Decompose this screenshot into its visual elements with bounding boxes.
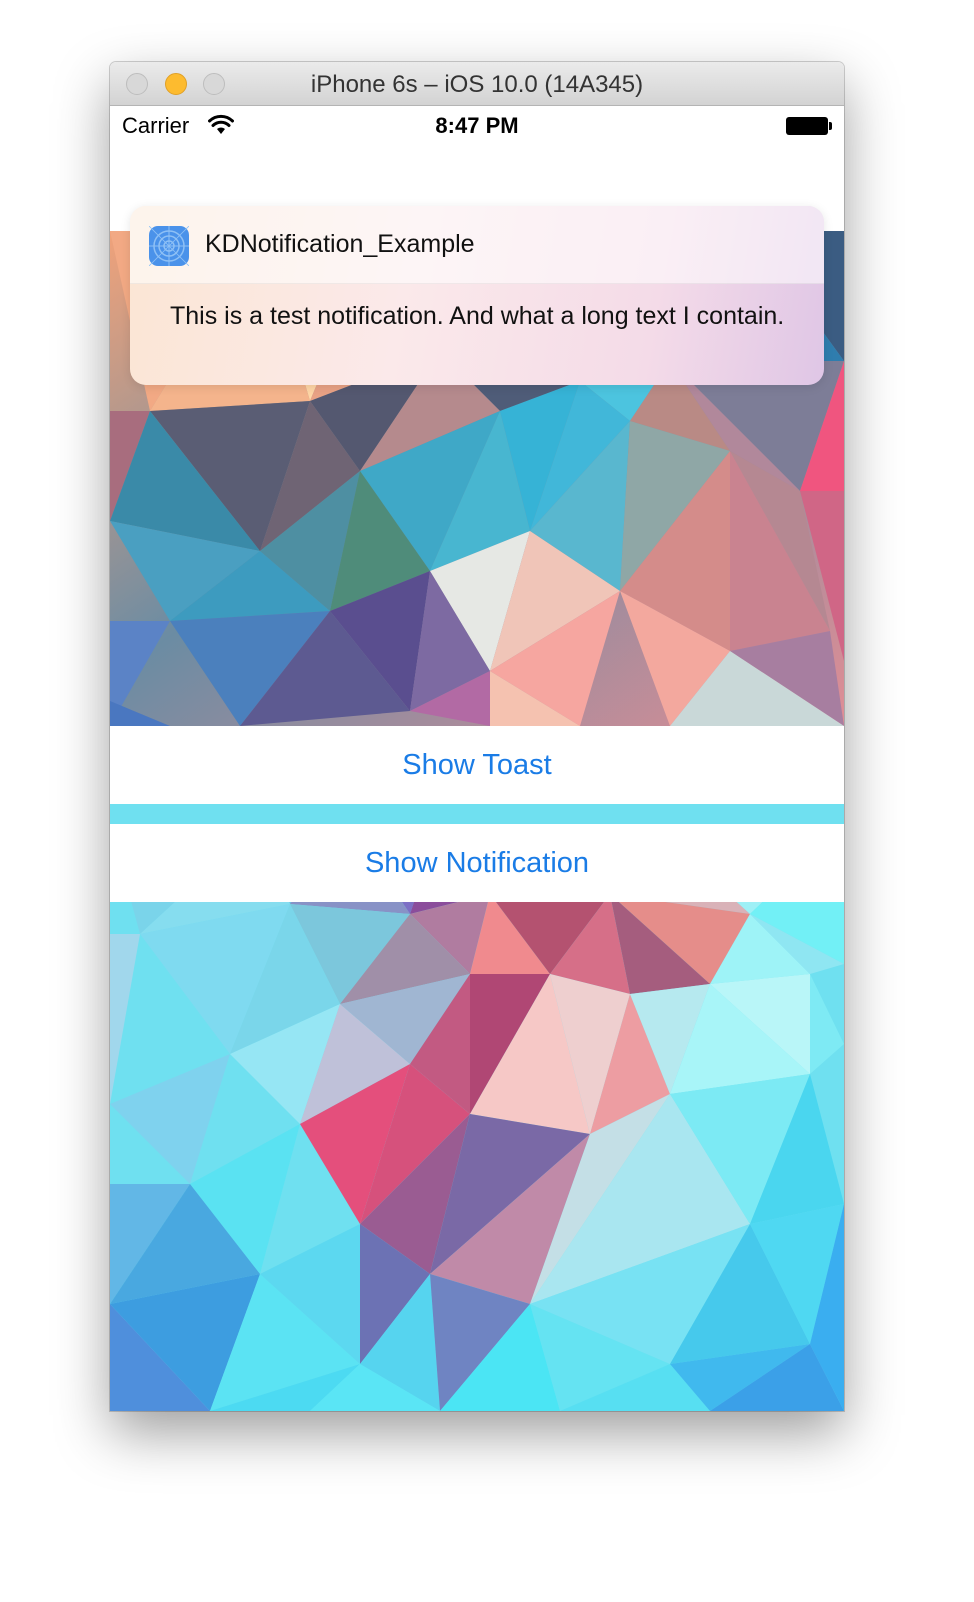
window-title: iPhone 6s – iOS 10.0 (14A345): [310, 71, 644, 98]
app-icon: [149, 226, 189, 266]
notification-banner[interactable]: KDNotification_Example This is a test no…: [130, 206, 824, 385]
simulator-window: iPhone 6s – iOS 10.0 (14A345) Carrier 8:…: [110, 62, 844, 1411]
status-bar: Carrier 8:47 PM: [110, 106, 844, 146]
title-bar: iPhone 6s – iOS 10.0 (14A345): [110, 62, 844, 106]
device-screen: Carrier 8:47 PM Show Toast Show Notifica…: [110, 106, 844, 1411]
battery-icon: [786, 117, 828, 135]
notification-header: KDNotification_Example: [130, 206, 824, 284]
show-toast-button[interactable]: Show Toast: [110, 726, 844, 804]
battery-tip: [829, 122, 832, 130]
show-notification-button[interactable]: Show Notification: [110, 824, 844, 902]
notification-app-name: KDNotification_Example: [205, 230, 475, 258]
status-time: 8:47 PM: [435, 113, 519, 138]
notification-message: This is a test notification. And what a …: [170, 302, 785, 330]
